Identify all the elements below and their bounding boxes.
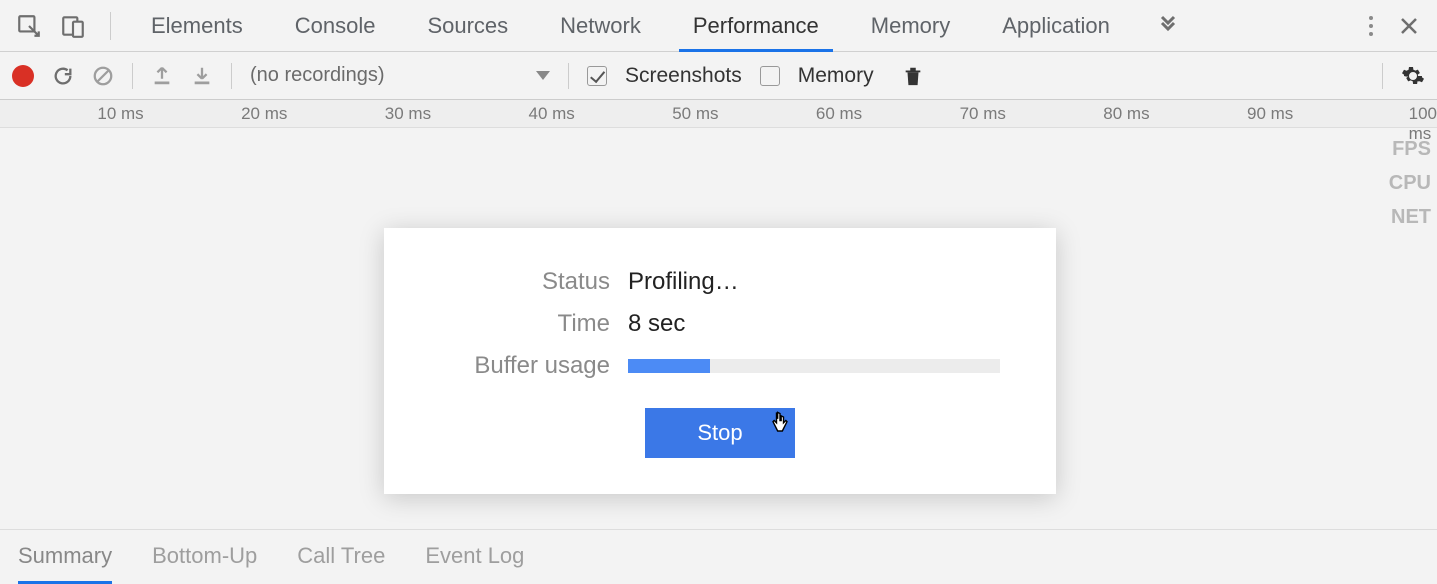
- performance-toolbar: (no recordings) Screenshots Memory: [0, 52, 1437, 100]
- status-value: Profiling…: [628, 268, 739, 296]
- recordings-select-label: (no recordings): [250, 64, 385, 87]
- record-button[interactable]: [12, 65, 34, 87]
- reload-icon[interactable]: [52, 65, 74, 87]
- memory-label: Memory: [798, 64, 874, 88]
- ruler-tick: 20 ms: [241, 104, 287, 124]
- lane-labels: FPSCPUNET: [1389, 132, 1431, 234]
- bottom-tab-event-log[interactable]: Event Log: [425, 543, 524, 569]
- inspect-element-icon[interactable]: [16, 13, 42, 39]
- recordings-select[interactable]: (no recordings): [250, 64, 550, 87]
- more-tabs-icon[interactable]: [1156, 14, 1180, 38]
- tab-application[interactable]: Application: [976, 0, 1136, 51]
- tab-sources[interactable]: Sources: [401, 0, 534, 51]
- lane-label-fps: FPS: [1389, 132, 1431, 166]
- chevron-down-icon: [536, 71, 550, 80]
- ruler-tick: 70 ms: [960, 104, 1006, 124]
- tab-strip-right-icons: [1367, 14, 1427, 38]
- timeline-ruler: 10 ms 20 ms 30 ms 40 ms 50 ms 60 ms 70 ms 80 ms…: [0, 100, 1437, 128]
- bottom-tab-summary[interactable]: Summary: [18, 543, 112, 569]
- time-value: 8 sec: [628, 310, 685, 338]
- buffer-row: Buffer usage: [440, 352, 1000, 380]
- divider: [110, 12, 111, 40]
- status-key: Status: [440, 268, 610, 296]
- stop-button[interactable]: Stop: [645, 408, 794, 458]
- kebab-menu-icon[interactable]: [1367, 14, 1375, 38]
- tab-memory[interactable]: Memory: [845, 0, 976, 51]
- status-row: Status Profiling…: [440, 268, 1000, 296]
- ruler-tick: 40 ms: [529, 104, 575, 124]
- lane-label-net: NET: [1389, 200, 1431, 234]
- tab-elements[interactable]: Elements: [125, 0, 269, 51]
- bottom-tab-call-tree[interactable]: Call Tree: [297, 543, 385, 569]
- device-toolbar-icon[interactable]: [60, 13, 86, 39]
- ruler-tick: 30 ms: [385, 104, 431, 124]
- ruler-tick: 80 ms: [1103, 104, 1149, 124]
- separator: [132, 63, 133, 89]
- buffer-progress: [628, 359, 1000, 373]
- tab-console[interactable]: Console: [269, 0, 402, 51]
- load-profile-icon[interactable]: [151, 65, 173, 87]
- separator: [231, 63, 232, 89]
- save-profile-icon[interactable]: [191, 65, 213, 87]
- ruler-tick: 90 ms: [1247, 104, 1293, 124]
- screenshots-checkbox[interactable]: [587, 66, 607, 86]
- separator: [568, 63, 569, 89]
- tab-performance[interactable]: Performance: [667, 0, 845, 51]
- clear-icon[interactable]: [92, 65, 114, 87]
- time-key: Time: [440, 310, 610, 338]
- settings-gear-icon[interactable]: [1401, 64, 1425, 88]
- tab-network[interactable]: Network: [534, 0, 667, 51]
- screenshots-label: Screenshots: [625, 64, 742, 88]
- close-icon[interactable]: [1399, 16, 1419, 36]
- time-row: Time 8 sec: [440, 310, 1000, 338]
- buffer-progress-fill: [628, 359, 710, 373]
- lane-label-cpu: CPU: [1389, 166, 1431, 200]
- ruler-tick: 50 ms: [672, 104, 718, 124]
- memory-checkbox[interactable]: [760, 66, 780, 86]
- ruler-tick: 60 ms: [816, 104, 862, 124]
- tab-strip-left-icons: [10, 13, 96, 39]
- panel-tabs: ElementsConsoleSourcesNetworkPerformance…: [125, 0, 1136, 51]
- profiling-modal: Status Profiling… Time 8 sec Buffer usag…: [384, 228, 1056, 494]
- garbage-collect-icon[interactable]: [902, 64, 924, 88]
- bottom-tab-bottom-up[interactable]: Bottom-Up: [152, 543, 257, 569]
- ruler-tick: 10 ms: [97, 104, 143, 124]
- separator: [1382, 63, 1383, 89]
- bottom-tabs: Summary Bottom-Up Call Tree Event Log: [0, 529, 1437, 581]
- devtools-tab-strip: ElementsConsoleSourcesNetworkPerformance…: [0, 0, 1437, 52]
- buffer-key: Buffer usage: [440, 352, 610, 380]
